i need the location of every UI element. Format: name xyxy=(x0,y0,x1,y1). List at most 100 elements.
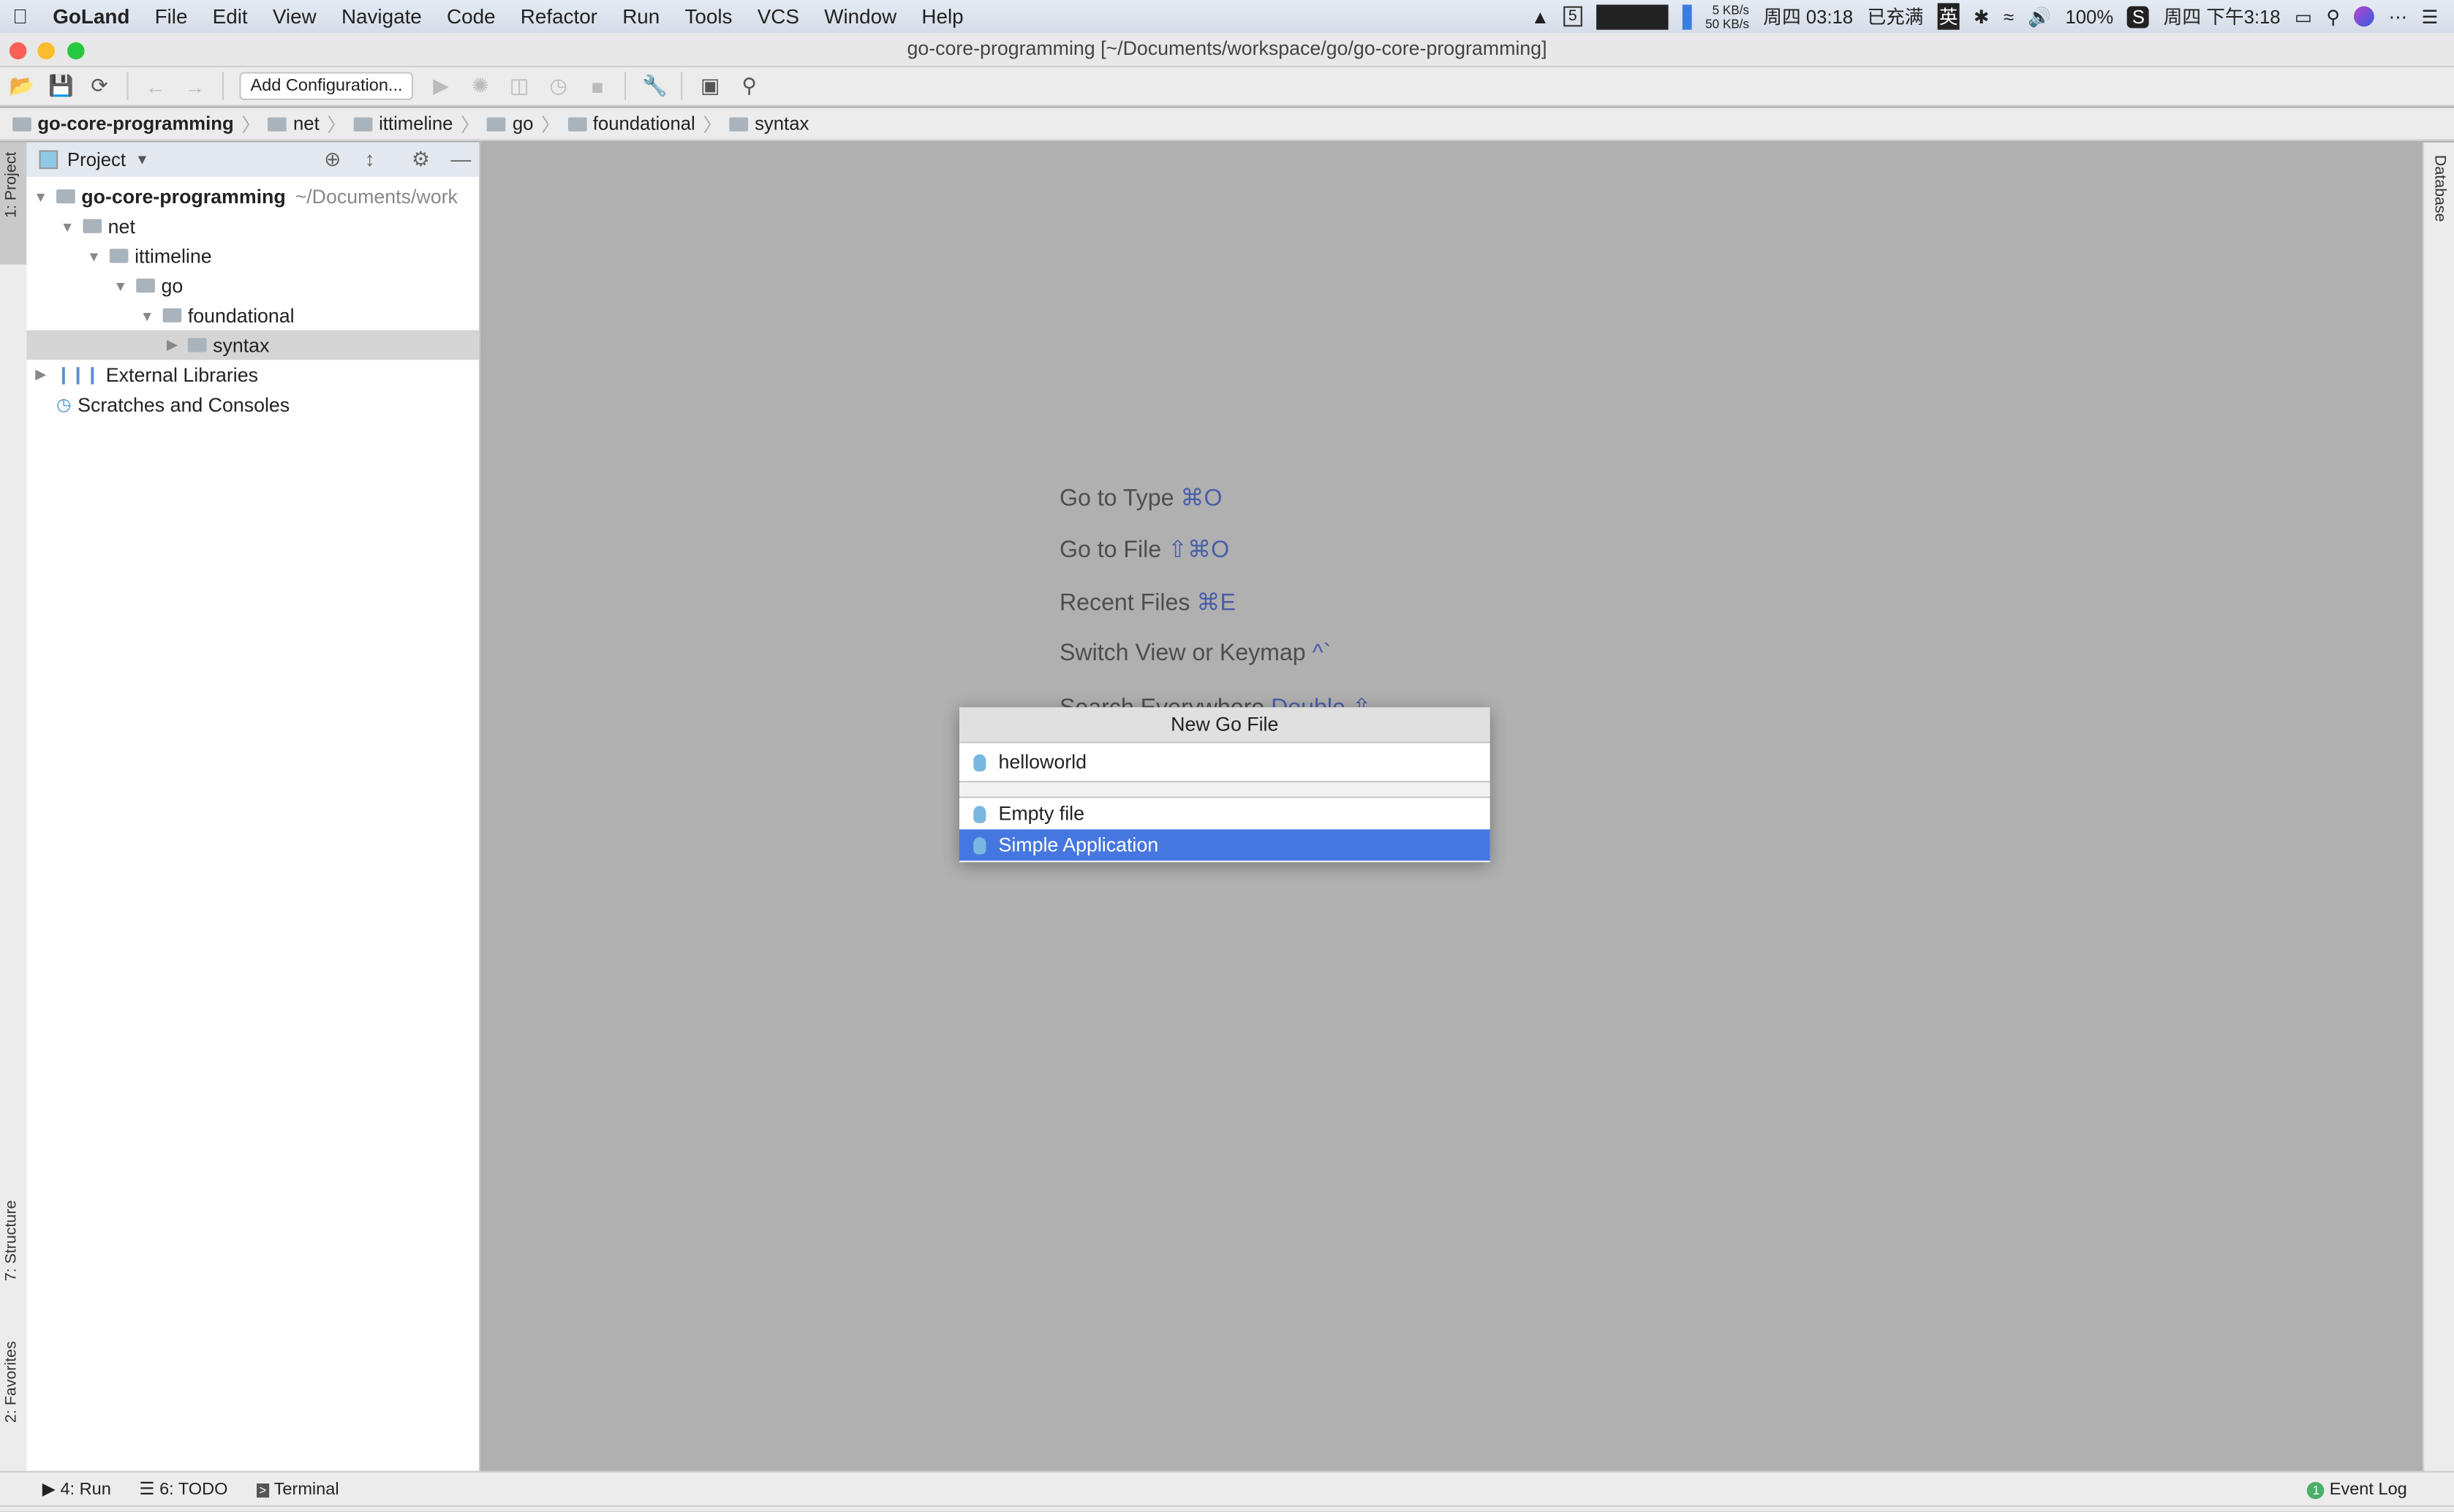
breadcrumb-label: foundational xyxy=(592,113,695,135)
gear-icon[interactable]: ⚙ xyxy=(412,147,430,172)
hint-shortcut: ⌘E xyxy=(1196,589,1236,617)
breadcrumb-item[interactable]: net xyxy=(268,113,320,135)
menu-app[interactable]: GoLand xyxy=(40,4,142,28)
zoom-window-button[interactable] xyxy=(67,42,85,60)
collapsed-arrow-icon[interactable]: ▶ xyxy=(31,366,50,384)
bluetooth-icon[interactable]: ✱ xyxy=(1974,5,1990,27)
favorites-tool-tab[interactable]: 2: Favorites xyxy=(3,1341,20,1423)
todo-tool-tab[interactable]: ☰ 6: TODO xyxy=(139,1479,227,1500)
close-window-button[interactable] xyxy=(9,42,27,60)
option-label: Empty file xyxy=(998,802,1084,825)
menu-navigate[interactable]: Navigate xyxy=(329,4,434,28)
expanded-arrow-icon[interactable]: ▼ xyxy=(137,308,156,323)
debug-icon[interactable]: ✺ xyxy=(468,74,491,99)
volume-icon[interactable]: 🔊 xyxy=(2028,5,2051,27)
hint-shortcut: ⇧⌘O xyxy=(1168,537,1230,564)
clock-secondary[interactable]: 周四 03:18 xyxy=(1763,3,1853,29)
battery-percent[interactable]: 100% xyxy=(2065,5,2113,27)
tab-label: 4: Run xyxy=(60,1480,111,1500)
expanded-arrow-icon[interactable]: ▼ xyxy=(58,219,77,234)
run-tool-tab[interactable]: ▶ 4: Run xyxy=(42,1479,111,1500)
wrench-settings-icon[interactable]: 🔧 xyxy=(642,74,668,99)
wifi-icon[interactable]: ≈ xyxy=(2004,5,2014,27)
option-empty-file[interactable]: Empty file xyxy=(959,798,1490,830)
run-icon[interactable]: ▶ xyxy=(429,74,453,99)
tree-item-net[interactable]: ▼ net xyxy=(26,211,479,241)
apple-icon[interactable]:  xyxy=(0,4,40,28)
open-folder-icon[interactable]: 📂 xyxy=(10,74,35,99)
save-icon[interactable]: 💾 xyxy=(48,74,74,99)
tree-item-syntax[interactable]: ▶ syntax xyxy=(26,330,479,360)
file-name-value: helloworld xyxy=(998,751,1087,774)
breadcrumb-item[interactable]: go-core-programming xyxy=(12,113,234,135)
breadcrumb-item[interactable]: go xyxy=(487,113,533,135)
input-method-icon[interactable]: 英 xyxy=(1937,3,1960,30)
menu-edit[interactable]: Edit xyxy=(200,4,260,28)
menu-refactor[interactable]: Refactor xyxy=(508,4,610,28)
menu-view[interactable]: View xyxy=(260,4,329,28)
menu-vcs[interactable]: VCS xyxy=(745,4,812,28)
locate-target-icon[interactable]: ⊕ xyxy=(324,147,341,172)
breadcrumb-label: net xyxy=(293,113,320,135)
forward-icon[interactable]: → xyxy=(183,75,206,98)
battery-charge-status[interactable]: 已充满 xyxy=(1867,3,1923,29)
qq-icon[interactable]: ▲ xyxy=(1531,5,1549,27)
search-icon[interactable]: ⚲ xyxy=(738,74,761,99)
menu-run[interactable]: Run xyxy=(610,4,672,28)
file-name-input[interactable]: helloworld xyxy=(959,743,1490,782)
project-tool-tab[interactable]: 1: Project xyxy=(3,152,20,218)
siri-icon[interactable] xyxy=(2354,6,2375,27)
clock[interactable]: 周四 下午3:18 xyxy=(2164,3,2281,29)
tree-item-foundational[interactable]: ▼ foundational xyxy=(26,300,479,330)
net-speed[interactable]: 5 KB/s 50 KB/s xyxy=(1705,2,1749,31)
expanded-arrow-icon[interactable]: ▼ xyxy=(85,248,104,263)
status-tray: ▲ 5 5 KB/s 50 KB/s 周四 03:18 已充满 英 ✱ ≈ 🔊 1… xyxy=(1531,0,2439,33)
database-tool-tab[interactable]: Database xyxy=(2431,155,2448,222)
collapsed-arrow-icon[interactable]: ▶ xyxy=(163,336,182,354)
expanded-arrow-icon[interactable]: ▼ xyxy=(31,189,50,204)
expanded-arrow-icon[interactable]: ▼ xyxy=(111,278,130,293)
menu-tools[interactable]: Tools xyxy=(672,4,744,28)
option-simple-application[interactable]: Simple Application xyxy=(959,829,1490,861)
memory-meter-icon[interactable] xyxy=(1682,4,1691,29)
scratches-icon: ◷ xyxy=(56,396,72,415)
terminal-window-icon[interactable]: ▣ xyxy=(698,74,722,99)
menu-code[interactable]: Code xyxy=(434,4,508,28)
profile-icon[interactable]: ◷ xyxy=(546,74,570,99)
collapse-all-icon[interactable]: ↕ xyxy=(365,147,375,170)
structure-tool-tab[interactable]: 7: Structure xyxy=(3,1201,20,1282)
coverage-icon[interactable]: ◫ xyxy=(507,74,531,99)
tree-item-ittimeline[interactable]: ▼ ittimeline xyxy=(26,241,479,271)
tree-item-root[interactable]: ▼ go-core-programming ~/Documents/work xyxy=(26,181,479,211)
tree-item-label: foundational xyxy=(187,304,295,327)
sync-icon[interactable]: ⟳ xyxy=(88,74,111,99)
stop-icon[interactable]: ■ xyxy=(586,75,609,98)
spotlight-search-icon[interactable]: ⚲ xyxy=(2326,5,2340,27)
breadcrumb-item[interactable]: foundational xyxy=(567,113,695,135)
airplay-icon[interactable]: ▭ xyxy=(2295,5,2312,27)
cpu-meter-icon[interactable] xyxy=(1596,4,1668,29)
tree-item-external-libraries[interactable]: ▶ ❙❙❙ External Libraries xyxy=(26,360,479,390)
calendar-icon[interactable]: 5 xyxy=(1563,6,1582,27)
menu-file[interactable]: File xyxy=(142,4,200,28)
more-icon[interactable]: ⋯ xyxy=(2389,5,2408,27)
terminal-tool-tab[interactable]: > Terminal xyxy=(255,1480,339,1498)
breadcrumb-item[interactable]: syntax xyxy=(729,113,809,135)
tree-item-go[interactable]: ▼ go xyxy=(26,271,479,300)
notification-center-icon[interactable]: ☰ xyxy=(2422,5,2439,27)
tree-item-scratches[interactable]: ◷ Scratches and Consoles xyxy=(26,390,479,420)
menu-window[interactable]: Window xyxy=(812,4,909,28)
back-icon[interactable]: ← xyxy=(144,75,167,98)
event-log-tab[interactable]: 1 Event Log xyxy=(2307,1480,2407,1499)
breadcrumb-item[interactable]: ittimeline xyxy=(353,113,453,135)
add-configuration-button[interactable]: Add Configuration... xyxy=(239,72,414,100)
window-title-bar: go-core-programming [~/Documents/workspa… xyxy=(0,32,2454,68)
chevron-down-icon[interactable]: ▼ xyxy=(135,152,149,167)
terminal-icon: > xyxy=(255,1482,270,1497)
sogou-icon[interactable]: S xyxy=(2127,5,2150,28)
menu-help[interactable]: Help xyxy=(909,4,975,28)
project-view-selector[interactable]: Project xyxy=(67,148,126,170)
hide-panel-icon[interactable]: — xyxy=(450,147,471,170)
list-icon: ☰ xyxy=(139,1480,155,1500)
minimize-window-button[interactable] xyxy=(37,42,55,60)
